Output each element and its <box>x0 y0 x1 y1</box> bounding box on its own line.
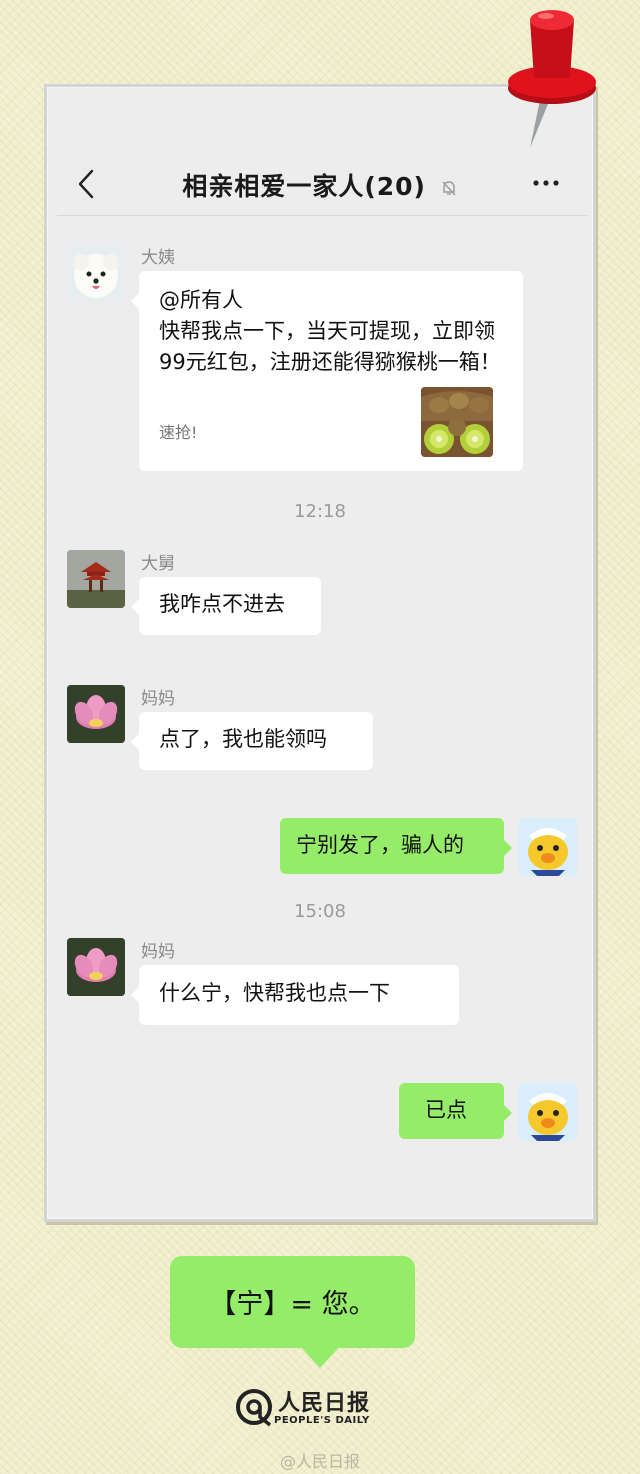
avatar-mom[interactable] <box>67 685 125 743</box>
timestamp: 15:08 <box>294 901 346 922</box>
header-divider <box>57 215 587 216</box>
kiwi-image-icon <box>421 387 493 457</box>
lotus-avatar-icon <box>67 938 125 996</box>
avatar-aunt[interactable] <box>67 244 125 302</box>
at-quote-icon <box>236 1389 272 1427</box>
text-message[interactable]: 我咋点不进去 <box>131 577 321 635</box>
sender-name: 妈妈 <box>141 689 175 709</box>
duck-avatar-icon <box>519 818 577 876</box>
text-message[interactable]: 什么宁，快帮我也点一下 <box>131 965 459 1025</box>
dog-avatar-icon <box>67 244 125 302</box>
logo-text: 人民日报 <box>278 1391 371 1416</box>
sender-name: 大舅 <box>141 554 175 574</box>
chat-title: 相亲相爱一家人(20) <box>47 167 593 203</box>
my-text-message[interactable]: 已点 <box>399 1083 512 1139</box>
chat-screen: 相亲相爱一家人(20) 大姨 @所有人 快帮我点一下，当天可提现，立即领99元红… <box>44 84 596 1222</box>
avatar-me[interactable] <box>519 1083 577 1141</box>
push-pin-icon <box>508 10 596 148</box>
timestamp: 12:18 <box>294 501 346 522</box>
my-text-message[interactable]: 宁别发了，骗人的 <box>280 818 512 874</box>
bell-off-icon <box>442 181 456 196</box>
sender-name: 大姨 <box>141 248 175 268</box>
explanation-text: 【宁】= 您。 <box>209 1289 376 1320</box>
chat-title-text: 相亲相爱一家人(20) <box>182 172 426 201</box>
kiwi-thumbnail <box>421 387 493 457</box>
avatar-me[interactable] <box>519 818 577 876</box>
weibo-watermark: @人民日报 <box>279 1452 360 1471</box>
more-dots-icon[interactable] <box>531 173 561 193</box>
explanation-bubble: 【宁】= 您。 <box>170 1256 415 1368</box>
peoples-daily-logo: 人民日报 PEOPLE'S DAILY <box>234 1385 374 1433</box>
avatar-uncle[interactable] <box>67 550 125 608</box>
avatar-mom[interactable] <box>67 938 125 996</box>
duck-avatar-icon <box>519 1083 577 1141</box>
card-subtext: 速抢! <box>159 423 198 442</box>
link-card-message[interactable]: @所有人 快帮我点一下，当天可提现，立即领99元红包，注册还能得猕猴桃一箱！ 速… <box>131 271 523 471</box>
text-message[interactable]: 点了，我也能领吗 <box>131 712 373 770</box>
card-text: @所有人 快帮我点一下，当天可提现，立即领99元红包，注册还能得猕猴桃一箱！ <box>159 288 501 374</box>
pavilion-avatar-icon <box>67 550 125 608</box>
sender-name: 妈妈 <box>141 942 175 962</box>
logo-english: PEOPLE'S DAILY <box>274 1415 370 1426</box>
lotus-avatar-icon <box>67 685 125 743</box>
